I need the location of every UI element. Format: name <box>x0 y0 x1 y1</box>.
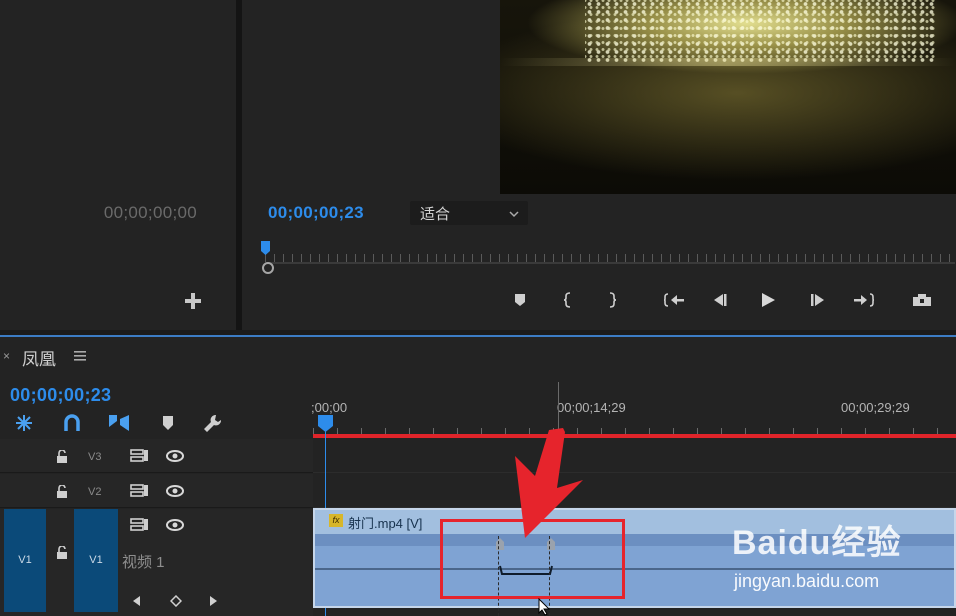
toggle-sync-lock-icon[interactable] <box>130 448 150 464</box>
track-area-v2[interactable] <box>313 474 956 508</box>
time-ruler[interactable]: ;00;00 00;00;14;29 00;00;29;29 <box>311 382 956 438</box>
fit-zoom-value: 适合 <box>420 206 451 223</box>
chevron-down-icon <box>508 207 520 219</box>
brace-left-icon <box>562 291 574 313</box>
source-timecode[interactable]: 00;00;00;00 <box>0 203 197 223</box>
playhead-marker-icon[interactable] <box>318 415 333 432</box>
toggle-sync-lock-icon[interactable] <box>130 483 150 499</box>
sequence-tab-title[interactable]: 凤凰 <box>22 345 56 370</box>
ruler-label-start: ;00;00 <box>311 400 348 415</box>
track-area-v3[interactable] <box>313 439 956 473</box>
program-scrubber[interactable] <box>255 240 956 276</box>
source-patch-v1[interactable]: V1 <box>4 509 46 612</box>
brace-right-icon <box>606 291 618 313</box>
go-to-out-icon <box>853 292 875 313</box>
lock-open-icon[interactable] <box>56 545 68 559</box>
play-icon <box>760 292 776 313</box>
kf-next-icon[interactable] <box>208 594 218 612</box>
track-header-v1: V1 V1 视频 1 <box>0 509 313 616</box>
playhead-marker-icon[interactable] <box>261 241 270 255</box>
export-frame-button[interactable] <box>908 288 936 316</box>
fx-badge[interactable]: fx <box>329 514 343 527</box>
eye-icon[interactable] <box>165 483 185 499</box>
annotation-arrow-icon <box>505 428 595 540</box>
timeline-timecode[interactable]: 00;00;00;23 <box>10 385 111 406</box>
toggle-sync-lock-icon[interactable] <box>130 517 150 533</box>
wrench-icon[interactable] <box>202 413 222 435</box>
watermark-url: jingyan.baidu.com <box>734 571 880 591</box>
plus-icon[interactable] <box>183 291 203 311</box>
mouse-cursor-icon <box>538 597 552 616</box>
go-to-in-button[interactable] <box>660 288 688 316</box>
track-name-v1: V1 <box>89 554 103 566</box>
program-video-preview <box>500 0 956 194</box>
camera-icon <box>912 293 932 312</box>
step-forward-button[interactable] <box>804 288 832 316</box>
track-name-v2: V2 <box>88 486 102 498</box>
source-monitor-panel <box>0 0 236 330</box>
play-button[interactable] <box>754 288 782 316</box>
go-to-out-button[interactable] <box>850 288 878 316</box>
track-header-v2: V2 <box>0 474 313 508</box>
track-name-v3: V3 <box>88 451 102 463</box>
transport-controls <box>500 288 956 316</box>
lock-open-icon[interactable] <box>56 449 68 463</box>
kf-add-icon[interactable] <box>169 594 183 612</box>
marker-icon <box>513 293 527 312</box>
track-header-v3: V3 <box>0 439 313 473</box>
step-back-icon <box>712 293 728 312</box>
go-to-in-icon <box>663 292 685 313</box>
ruler-label-end: 00;00;29;29 <box>841 400 910 415</box>
program-timecode[interactable]: 00;00;00;23 <box>268 203 364 223</box>
zoom-handle-icon[interactable] <box>262 262 274 274</box>
add-edit-icon[interactable] <box>108 413 129 435</box>
timeline-toolbar <box>12 413 232 435</box>
add-marker-button[interactable] <box>506 288 534 316</box>
watermark: Baidu经验 jingyan.baidu.com <box>732 515 956 600</box>
mark-out-button[interactable] <box>598 288 626 316</box>
eye-icon[interactable] <box>165 517 185 533</box>
keyframe-navigator <box>128 591 222 609</box>
step-back-button[interactable] <box>706 288 734 316</box>
lock-open-icon[interactable] <box>56 484 68 498</box>
track-label-v1[interactable]: 视频 1 <box>122 551 165 572</box>
marker-icon[interactable] <box>158 413 178 435</box>
clip-name: 射门.mp4 [V] <box>348 516 423 531</box>
hamburger-menu-icon[interactable] <box>74 349 88 361</box>
linked-selection-icon[interactable] <box>62 413 82 435</box>
kf-prev-icon[interactable] <box>132 594 142 612</box>
scrubber-track[interactable] <box>265 262 955 264</box>
track-target-v1[interactable]: V1 <box>74 509 118 612</box>
fit-zoom-dropdown[interactable]: 适合 <box>410 201 528 225</box>
watermark-logo: Baidu经验 <box>732 524 902 562</box>
ruler-label-mid: 00;00;14;29 <box>557 400 626 415</box>
work-area-bar[interactable] <box>313 434 956 438</box>
scrubber-ticks <box>265 254 955 262</box>
eye-icon[interactable] <box>165 448 185 464</box>
mark-in-button[interactable] <box>554 288 582 316</box>
snap-icon[interactable] <box>14 413 34 435</box>
step-forward-icon <box>810 293 826 312</box>
close-sequence-button[interactable]: × <box>3 349 10 363</box>
source-patch-label: V1 <box>18 554 32 566</box>
